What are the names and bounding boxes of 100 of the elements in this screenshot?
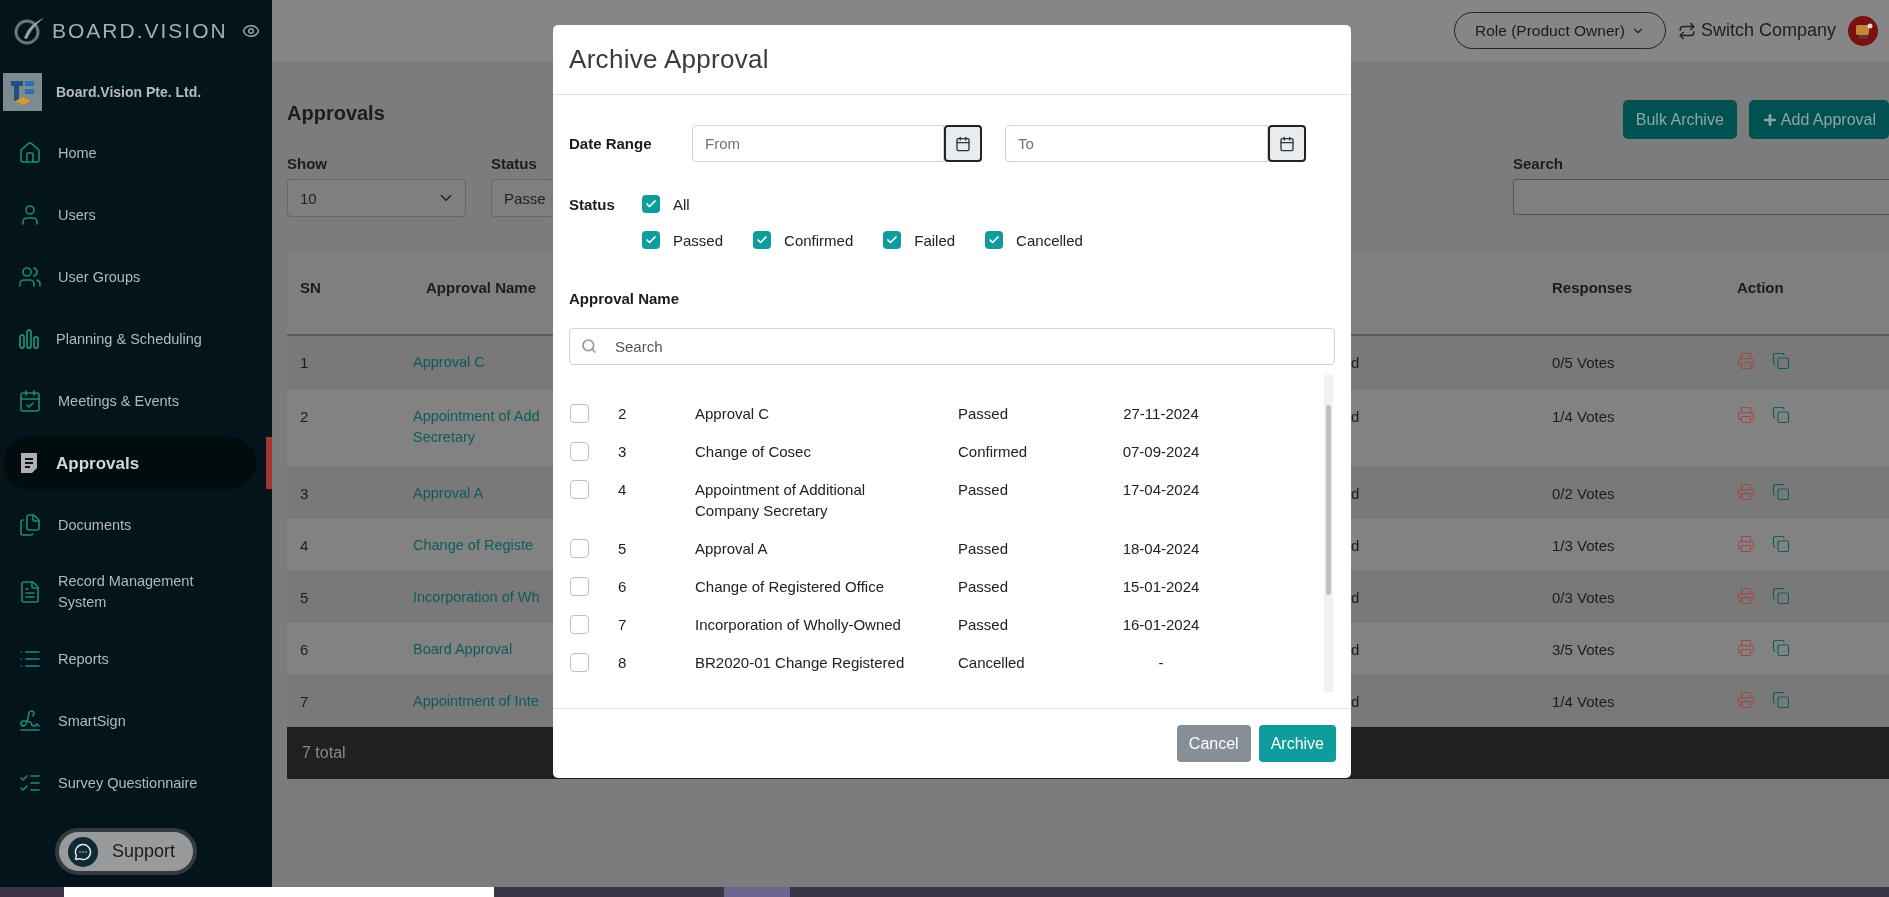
nav-item[interactable]: Approvals [3, 437, 256, 489]
nav-item[interactable]: Record Management System [3, 566, 256, 618]
filter-label: Search [1513, 155, 1565, 173]
copy-icon[interactable] [1772, 587, 1790, 605]
table-cell-text: d [1351, 640, 1361, 660]
column-header: SN [299, 278, 322, 298]
nav-item[interactable]: Users [3, 189, 256, 241]
list-cell-text: Appointment of Additional Company Secretary [695, 480, 867, 521]
to-date-field[interactable]: To [1005, 125, 1268, 162]
calendar-icon [18, 389, 42, 413]
print-icon[interactable] [1737, 535, 1755, 553]
status-checkbox[interactable]: Failed [883, 231, 956, 249]
print-icon[interactable] [1737, 639, 1755, 657]
nav-item[interactable]: Planning & Scheduling [3, 313, 256, 365]
show-select[interactable]: 10 [287, 179, 466, 217]
list-cell-text: 5 [618, 539, 628, 559]
brand-name: BOARD.VISION [52, 19, 228, 43]
checkbox[interactable] [883, 231, 902, 249]
company-name: Board.Vision Pte. Ltd. [56, 84, 202, 100]
document-icon [18, 580, 42, 604]
print-icon[interactable] [1737, 483, 1755, 501]
copy-icon[interactable] [1772, 406, 1790, 424]
print-icon[interactable] [1737, 691, 1755, 709]
table-cell-text: 0/3 Votes [1551, 588, 1616, 608]
nav-item[interactable]: Home [3, 127, 256, 179]
status-select[interactable]: Passe [491, 179, 551, 217]
list-cell-text: Confirmed [958, 442, 1029, 462]
nav-item[interactable]: Survey Questionnaire [3, 757, 256, 809]
calendar-button[interactable] [944, 125, 982, 162]
checkbox[interactable] [570, 577, 589, 596]
table-cell-text: d [1351, 588, 1361, 608]
list-cell-text: 6 [618, 577, 628, 597]
signature-icon [18, 709, 42, 733]
nav-item[interactable]: Meetings & Events [3, 375, 256, 427]
table-cell-text: d [1351, 536, 1361, 556]
list-cell-text: 15-01-2024 [1121, 577, 1201, 597]
checkbox[interactable] [753, 231, 772, 249]
add-button[interactable]: Add Approval [1748, 100, 1889, 139]
copy-icon[interactable] [1772, 535, 1790, 553]
table-cell-text: 4 [299, 536, 310, 556]
copy-icon[interactable] [1772, 352, 1790, 370]
copy-icon[interactable] [1772, 483, 1790, 501]
checkbox[interactable] [642, 195, 660, 213]
filter-label: Status [491, 155, 538, 173]
print-icon[interactable] [1737, 352, 1755, 370]
print-icon[interactable] [1737, 406, 1755, 424]
table-cell-text: d [1351, 692, 1361, 712]
copy-icon[interactable] [1772, 639, 1790, 657]
list-cell-text: Passed [958, 480, 1010, 500]
documents-icon [18, 513, 42, 537]
list-cell-text: 16-01-2024 [1121, 615, 1201, 635]
copy-icon[interactable] [1772, 691, 1790, 709]
table-cell-text: 5 [299, 588, 310, 608]
status-checkbox[interactable]: Passed [642, 231, 724, 249]
calendar-button[interactable] [1268, 125, 1306, 162]
table-cell-text: 3 [299, 484, 310, 504]
list-cell-text: Passed [958, 615, 1010, 635]
checkbox[interactable] [985, 231, 1004, 249]
checkbox[interactable] [570, 539, 589, 558]
checkbox[interactable] [570, 653, 589, 672]
status-checkbox[interactable]: Confirmed [753, 231, 854, 249]
table-cell-text: 0/5 Votes [1551, 353, 1616, 373]
archive-button[interactable]: Bulk Archive [1622, 100, 1737, 139]
table-cell-text: d [1351, 407, 1361, 427]
support-button[interactable]: Support [55, 828, 197, 875]
checkbox[interactable] [570, 480, 589, 499]
nav-item[interactable]: Reports [3, 633, 256, 685]
bar-chart-icon [18, 328, 40, 350]
list-cell-text: 3 [618, 442, 628, 462]
list-cell-text: Change of Cosec [695, 442, 812, 462]
checkbox[interactable] [570, 615, 589, 634]
from-date-field[interactable]: From [692, 125, 944, 162]
checkbox[interactable] [570, 404, 589, 423]
list-cell-text: BR2020-01 Change Registered [695, 653, 905, 673]
users-icon [18, 265, 42, 289]
nav-item[interactable]: Documents [3, 499, 256, 551]
check-icon [886, 234, 899, 246]
list-cell-text: Passed [958, 539, 1010, 559]
checkbox[interactable] [570, 442, 589, 461]
status-checkbox[interactable]: All [642, 195, 690, 213]
table-cell-text: 0/2 Votes [1551, 484, 1616, 504]
table-cell-text: 6 [299, 640, 310, 660]
page-title: Approvals [287, 102, 385, 126]
status-checkbox[interactable]: Cancelled [985, 231, 1083, 249]
switch-company-link[interactable]: Switch Company [1677, 20, 1836, 41]
table-cell-text: 3/5 Votes [1551, 640, 1616, 660]
nav-item[interactable]: SmartSign [3, 695, 256, 747]
taskbar-item[interactable] [724, 887, 790, 897]
scrollbar[interactable] [1324, 375, 1333, 692]
print-icon[interactable] [1737, 587, 1755, 605]
eye-icon[interactable] [242, 22, 260, 40]
list-cell-text: 4 [618, 480, 628, 500]
nav-item[interactable]: User Groups [3, 251, 256, 303]
search-field[interactable] [1513, 179, 1889, 215]
list-cell-text: 8 [618, 653, 628, 673]
checkbox[interactable] [642, 231, 660, 249]
table-cell-text: 7 [299, 692, 310, 712]
search-icon [581, 338, 597, 354]
table-cell-text: 1/3 Votes [1551, 536, 1616, 556]
taskbar-item[interactable] [64, 887, 494, 897]
